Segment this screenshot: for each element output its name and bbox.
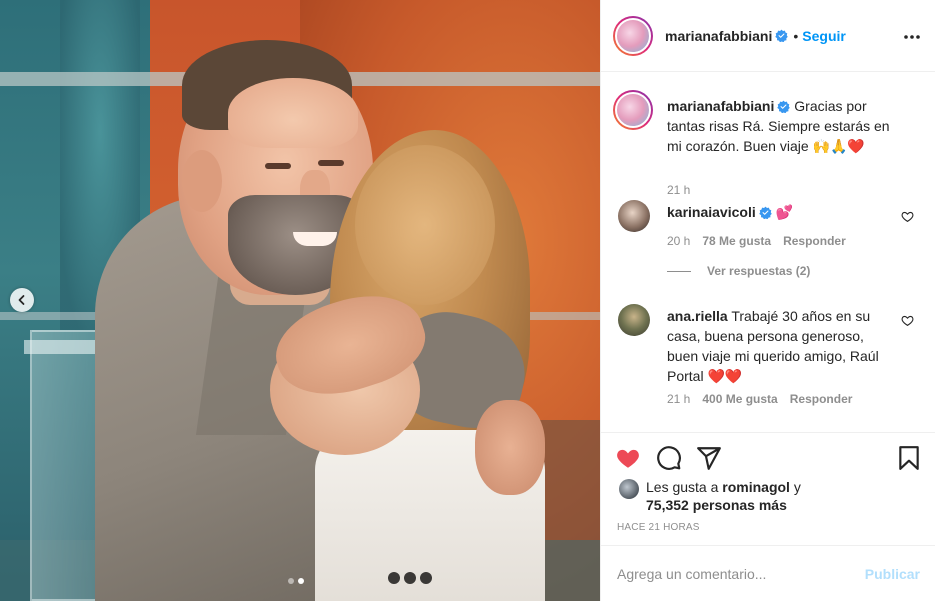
comment-likes[interactable]: 400 Me gusta <box>702 392 777 406</box>
comment-emoji: 💕 <box>775 204 794 220</box>
photo-man-ear <box>182 150 222 212</box>
add-comment-bar: Publicar <box>601 545 935 601</box>
carousel-prev-button[interactable] <box>10 288 34 312</box>
view-replies-line <box>667 270 691 272</box>
view-replies-label: Ver respuestas (2) <box>707 264 811 278</box>
caption-avatar[interactable] <box>613 90 653 130</box>
likes-mid: y <box>789 479 801 495</box>
comment-bubble-icon[interactable] <box>656 445 682 471</box>
post-header: marianafabbiani • Seguir <box>601 0 935 72</box>
verified-badge-icon <box>758 206 772 219</box>
like-comment-heart-icon[interactable] <box>901 314 914 327</box>
likes-user[interactable]: rominagol <box>722 479 790 495</box>
chevron-left-icon <box>18 295 25 305</box>
photo-man-hand <box>475 400 545 495</box>
view-replies-button[interactable]: Ver respuestas (2) <box>667 264 810 278</box>
more-horizontal-icon[interactable] <box>902 27 922 47</box>
comment-meta: 20 h 78 Me gusta Responder <box>667 234 846 248</box>
like-comment-heart-icon[interactable] <box>901 210 914 223</box>
comment-reply-button[interactable]: Responder <box>783 234 846 248</box>
comment-timestamp[interactable]: 21 h <box>667 392 690 406</box>
photo-man-eye <box>318 160 344 166</box>
photo-man-eye <box>265 163 291 169</box>
comment-text: karinaiavicoli 💕 <box>667 202 892 222</box>
author-username[interactable]: marianafabbiani <box>665 28 772 44</box>
share-paper-plane-icon[interactable] <box>696 445 722 471</box>
verified-badge-icon <box>777 100 791 113</box>
save-bookmark-icon[interactable] <box>896 445 922 471</box>
post-sidebar: marianafabbiani • Seguir marianafabbiani… <box>600 0 935 601</box>
photo-man-forehead <box>228 78 358 148</box>
comment-reply-button[interactable]: Responder <box>790 392 853 406</box>
photo-dress-buttons <box>388 572 438 586</box>
publish-button[interactable]: Publicar <box>865 566 920 582</box>
follow-button[interactable]: Seguir <box>802 28 846 44</box>
header-separator: • <box>793 27 799 44</box>
post-photo[interactable] <box>0 0 600 601</box>
likes-count[interactable]: 75,352 personas más <box>646 497 787 513</box>
verified-badge-icon <box>775 29 789 42</box>
comment-emoji: ❤️❤️ <box>707 368 743 384</box>
liker-avatar[interactable] <box>619 479 639 499</box>
comment-username[interactable]: karinaiavicoli <box>667 204 756 220</box>
caption-username[interactable]: marianafabbiani <box>667 98 774 114</box>
comments-list[interactable]: marianafabbiani Gracias por tantas risas… <box>601 72 935 432</box>
instagram-post: marianafabbiani • Seguir marianafabbiani… <box>0 0 935 601</box>
author-avatar[interactable] <box>613 15 653 56</box>
comment-avatar[interactable] <box>618 304 650 336</box>
photo-woman-hair-highlight <box>355 145 495 305</box>
carousel-indicator <box>288 578 304 584</box>
comment-username[interactable]: ana.riella <box>667 308 728 324</box>
comment-avatar[interactable] <box>618 200 650 232</box>
post-timestamp[interactable]: HACE 21 HORAS <box>617 522 700 533</box>
comment-timestamp[interactable]: 20 h <box>667 234 690 248</box>
like-heart-icon[interactable] <box>615 445 641 471</box>
caption-timestamp[interactable]: 21 h <box>667 183 690 197</box>
likes-text: Les gusta a rominagol y 75,352 personas … <box>646 478 886 514</box>
carousel-dot <box>288 578 294 584</box>
caption-emojis: 🙌🙏❤️ <box>812 138 865 154</box>
carousel-dot <box>298 578 304 584</box>
comment-text: ana.riella Trabajé 30 años en su casa, b… <box>667 306 892 386</box>
likes-prefix: Les gusta a <box>646 479 723 495</box>
comment-input[interactable] <box>617 565 865 582</box>
comment-likes[interactable]: 78 Me gusta <box>702 234 771 248</box>
comment-meta: 21 h 400 Me gusta Responder <box>667 392 852 406</box>
caption-text: marianafabbiani Gracias por tantas risas… <box>667 96 897 156</box>
